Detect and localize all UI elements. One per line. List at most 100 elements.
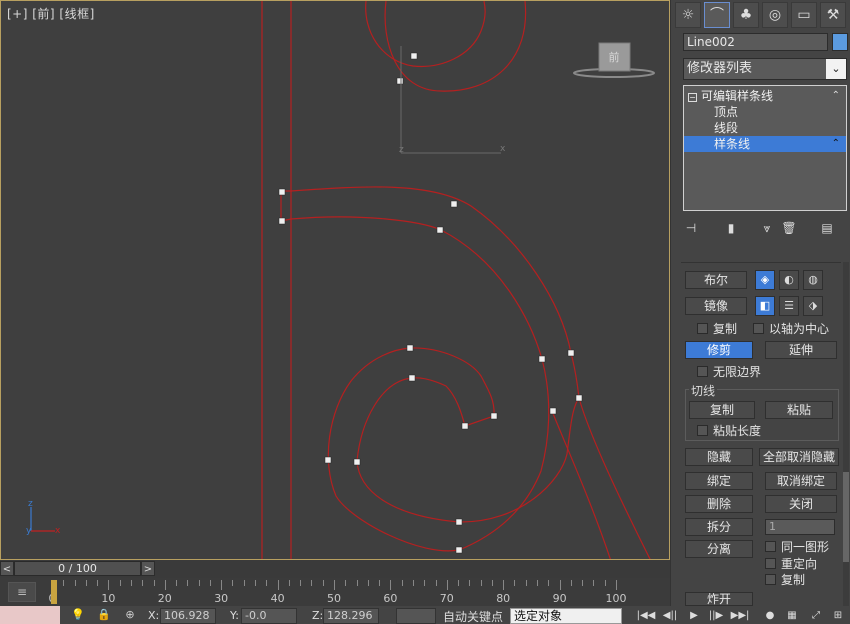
delete-button[interactable]: 删除 <box>685 495 753 513</box>
maxscript-listener[interactable] <box>0 606 60 624</box>
frame-tick-label: 60 <box>383 592 398 605</box>
key-mode-icon[interactable]: ● <box>760 608 780 624</box>
utilities-tab-icon[interactable]: ⚒ <box>820 2 846 28</box>
time-slider-thumb[interactable]: 0 / 100 <box>14 561 141 576</box>
mirror-both-icon[interactable]: ⬗ <box>803 296 823 316</box>
about-pivot-label: 以轴为中心 <box>769 322 830 336</box>
union-icon[interactable]: ◈ <box>755 270 775 290</box>
remove-modifier-icon[interactable]: 🗑 <box>779 218 799 238</box>
lock-icon[interactable]: 🔒 <box>96 608 112 622</box>
paste-length-checkbox[interactable] <box>697 425 708 436</box>
trim-button[interactable]: 修剪 <box>685 341 753 359</box>
configure-sets-icon[interactable]: ▤ <box>817 218 837 238</box>
collapse-icon[interactable]: − <box>688 93 697 102</box>
bulb-icon[interactable]: 💡 <box>70 608 86 622</box>
mirror-copy-checkbox[interactable] <box>697 323 708 334</box>
create-tab-icon[interactable]: ☼ <box>675 2 701 28</box>
frame-ruler[interactable]: 0102030405060708090100 <box>48 580 668 605</box>
stack-subobject-segment[interactable]: 线段 <box>684 120 846 136</box>
stack-subobject-spline[interactable]: 样条线 ⌃ <box>684 136 846 152</box>
x-coord-field[interactable]: 106.928 <box>160 608 216 624</box>
vertex-handle <box>567 349 575 357</box>
frame-tick <box>570 580 572 586</box>
viewport-label[interactable]: [+] [前] [线框] <box>7 5 95 22</box>
reorient-checkbox[interactable] <box>765 558 776 569</box>
time-prev-button[interactable]: < <box>0 561 14 576</box>
command-panel-scrollbar[interactable] <box>843 262 849 606</box>
track-bar[interactable]: ≡ 0102030405060708090100 <box>0 578 670 606</box>
transform-mode-icon[interactable]: ⊕ <box>122 608 138 622</box>
frame-tick <box>232 580 234 586</box>
vertex-handle <box>450 200 458 208</box>
divide-button[interactable]: 拆分 <box>685 518 753 536</box>
auto-key-button[interactable]: 自动关键点 <box>440 608 506 624</box>
keyframe-field[interactable] <box>396 608 436 624</box>
same-shape-checkbox[interactable] <box>765 541 776 552</box>
show-end-result-icon[interactable]: ▮ <box>721 218 741 238</box>
curve-editor-icon[interactable]: ≡ <box>8 582 36 602</box>
svg-text:y: y <box>26 526 32 536</box>
time-next-button[interactable]: > <box>141 561 155 576</box>
zoom-extents-icon[interactable]: ⤢ <box>806 608 826 624</box>
prev-frame-icon[interactable]: ◀|| <box>660 608 680 624</box>
tangent-copy-button[interactable]: 复制 <box>689 401 755 419</box>
motion-tab-icon[interactable]: ◎ <box>762 2 788 28</box>
subtract-icon[interactable]: ◐ <box>779 270 799 290</box>
next-frame-icon[interactable]: ||▶ <box>706 608 726 624</box>
maximize-viewport-icon[interactable]: ⊞ <box>828 608 848 624</box>
key-filter-dropdown[interactable]: 选定对象 <box>510 608 622 624</box>
go-to-end-icon[interactable]: ▶▶| <box>730 608 750 624</box>
explode-button[interactable]: 炸开 <box>685 592 753 606</box>
display-tab-icon[interactable]: ▭ <box>791 2 817 28</box>
detach-button[interactable]: 分离 <box>685 540 753 558</box>
current-frame-marker[interactable] <box>51 580 57 604</box>
z-coord-field[interactable]: 128.296 <box>323 608 379 624</box>
bind-button[interactable]: 绑定 <box>685 472 753 490</box>
extend-button[interactable]: 延伸 <box>765 341 837 359</box>
go-to-start-icon[interactable]: |◀◀ <box>636 608 656 624</box>
make-unique-icon[interactable]: ⩔ <box>757 218 777 238</box>
detach-copy-checkbox[interactable] <box>765 574 776 585</box>
hierarchy-tab-icon[interactable]: ♣ <box>733 2 759 28</box>
divide-count-spinner[interactable]: 1 <box>765 519 835 535</box>
frame-tick <box>491 580 493 586</box>
modifier-list-dropdown[interactable]: 修改器列表 ⌄ <box>683 58 847 80</box>
unhide-all-button[interactable]: 全部取消隐藏 <box>759 448 839 466</box>
time-config-icon[interactable]: ▦ <box>782 608 802 624</box>
chevron-down-icon[interactable]: ⌄ <box>826 59 846 79</box>
mirror-vertical-icon[interactable]: ☰ <box>779 296 799 316</box>
frame-tick <box>63 580 65 586</box>
y-coord-field[interactable]: -0.0 <box>241 608 297 624</box>
infinite-bounds-checkbox[interactable] <box>697 366 708 377</box>
close-button[interactable]: 关闭 <box>765 495 837 513</box>
object-color-swatch[interactable] <box>832 33 848 51</box>
about-pivot-checkbox[interactable] <box>753 323 764 334</box>
pin-stack-icon[interactable]: ⊣ <box>681 218 701 238</box>
spline-top-inner <box>365 1 486 68</box>
geometry-rollout: 布尔 ◈ ◐ ◍ 镜像 ◧ ☰ ⬗ 复制 以轴为中心 修剪 延伸 无限边界 切线… <box>681 262 841 606</box>
modify-tab-icon[interactable]: ⌒ <box>704 2 730 28</box>
time-slider[interactable]: < 0 / 100 > <box>0 560 670 578</box>
play-icon[interactable]: ▶ <box>684 608 704 624</box>
frame-tick <box>142 580 144 586</box>
mirror-horizontal-icon[interactable]: ◧ <box>755 296 775 316</box>
tangent-paste-button[interactable]: 粘贴 <box>765 401 833 419</box>
front-viewport[interactable]: z x 前 z y x [+] [前] [线框] <box>0 0 670 560</box>
vertex-handle <box>324 456 332 464</box>
stack-subobject-vertex[interactable]: 顶点 <box>684 104 846 120</box>
scrollbar-thumb[interactable] <box>843 472 849 562</box>
intersect-icon[interactable]: ◍ <box>803 270 823 290</box>
frame-tick <box>322 580 324 586</box>
boolean-button[interactable]: 布尔 <box>685 271 747 289</box>
spline-hook-outer <box>281 186 651 559</box>
modifier-stack[interactable]: − 可编辑样条线 ⌃ 顶点 线段 样条线 ⌃ <box>683 85 847 211</box>
mirror-button[interactable]: 镜像 <box>685 297 747 315</box>
object-name-field[interactable]: Line002 <box>683 33 828 51</box>
viewcube[interactable]: 前 <box>573 42 655 78</box>
vertex-handle <box>408 374 416 382</box>
paste-length-label: 粘贴长度 <box>713 424 762 438</box>
spline-canvas[interactable]: z x 前 z y x <box>1 1 670 560</box>
unbind-button[interactable]: 取消绑定 <box>765 472 837 490</box>
hide-button[interactable]: 隐藏 <box>685 448 753 466</box>
stack-root-item[interactable]: − 可编辑样条线 ⌃ <box>684 88 846 104</box>
